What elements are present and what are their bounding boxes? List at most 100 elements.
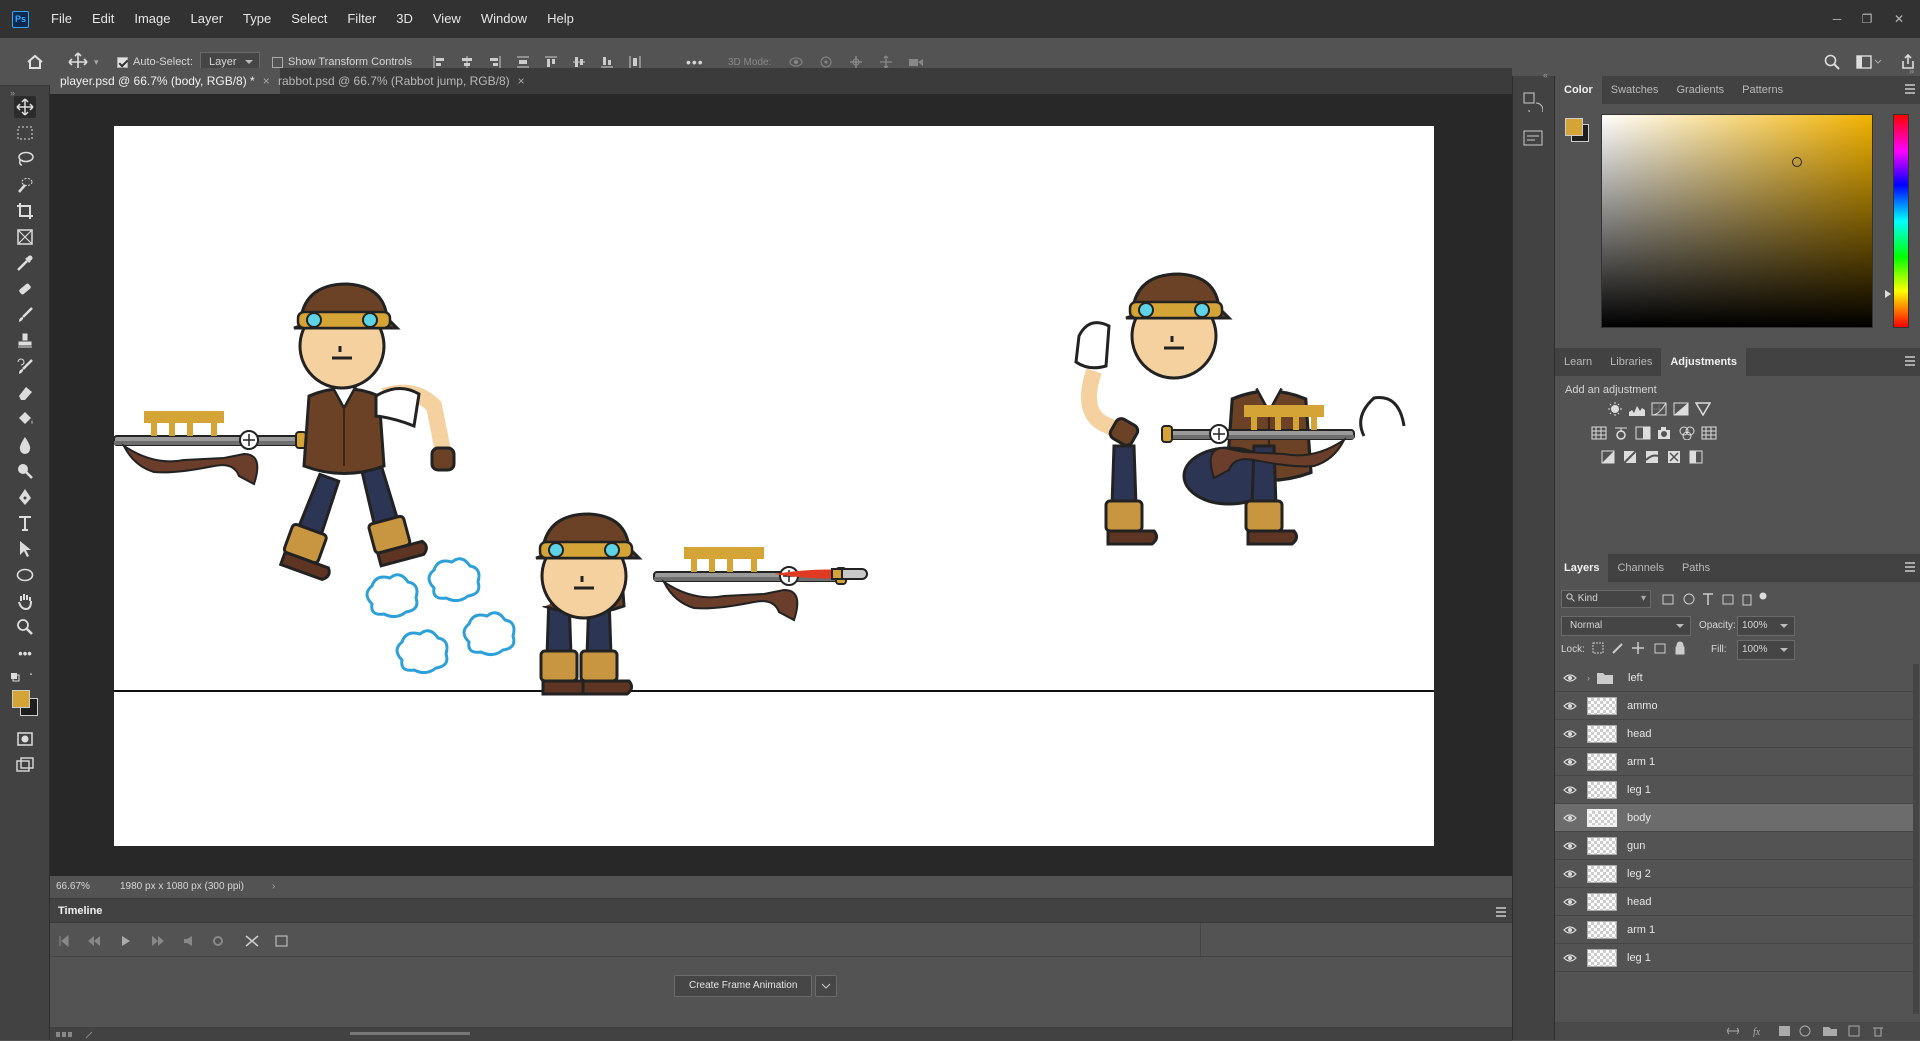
- show-transform-checkbox[interactable]: [272, 56, 283, 68]
- tab-libraries[interactable]: Libraries: [1601, 348, 1661, 376]
- link-layers-icon[interactable]: [1727, 1027, 1739, 1035]
- tab-gradients[interactable]: Gradients: [1667, 76, 1733, 104]
- frame-tool-icon[interactable]: [14, 226, 36, 248]
- dodge-tool-icon[interactable]: [14, 460, 36, 482]
- crop-tool-icon[interactable]: [14, 200, 36, 222]
- tab-swatches[interactable]: Swatches: [1602, 76, 1668, 104]
- menu-window[interactable]: Window: [471, 0, 537, 38]
- tab-learn[interactable]: Learn: [1555, 348, 1601, 376]
- audio-icon[interactable]: [184, 936, 192, 946]
- new-group-icon[interactable]: [1823, 1027, 1837, 1036]
- opacity-input[interactable]: 100%: [1737, 616, 1795, 636]
- add-mask-icon[interactable]: [1779, 1026, 1790, 1036]
- lasso-tool-icon[interactable]: [14, 148, 36, 170]
- pen-tool-icon[interactable]: [14, 486, 36, 508]
- menu-filter[interactable]: Filter: [337, 0, 386, 38]
- previous-frame-icon[interactable]: [88, 936, 100, 946]
- hand-tool-icon[interactable]: [14, 590, 36, 612]
- distribute-vertical-icon[interactable]: [516, 55, 530, 69]
- color-panel-menu-icon[interactable]: [1905, 84, 1915, 94]
- adjustments-menu-icon[interactable]: [1905, 356, 1915, 366]
- zoom-tool-icon[interactable]: [14, 616, 36, 638]
- channel-mixer-icon[interactable]: [1679, 426, 1695, 440]
- history-brush-tool-icon[interactable]: [14, 356, 36, 378]
- layer-row[interactable]: arm 1: [1555, 748, 1913, 776]
- shape-filter-icon[interactable]: [1722, 594, 1734, 605]
- slide-3d-icon[interactable]: [878, 55, 894, 69]
- status-menu-arrow[interactable]: ›: [272, 876, 275, 898]
- type-tool-icon[interactable]: [14, 512, 36, 534]
- menu-layer[interactable]: Layer: [181, 0, 234, 38]
- group-expand-icon[interactable]: ›: [1587, 673, 1590, 683]
- camera-3d-icon[interactable]: [908, 55, 924, 69]
- hue-slider[interactable]: [1893, 114, 1909, 328]
- layer-row[interactable]: gun: [1555, 832, 1913, 860]
- lock-artboard-icon[interactable]: [1654, 643, 1666, 654]
- quick-mask-icon[interactable]: [14, 728, 36, 750]
- expand-panels-icon[interactable]: «: [1543, 70, 1548, 80]
- pan-3d-icon[interactable]: [848, 55, 864, 69]
- filter-toggle-icon[interactable]: [1759, 592, 1767, 600]
- visibility-eye-icon[interactable]: [1563, 785, 1579, 795]
- tab-color[interactable]: Color: [1555, 76, 1602, 104]
- fill-input[interactable]: 100%: [1737, 640, 1795, 660]
- exposure-icon[interactable]: [1673, 402, 1689, 416]
- collapse-panels-icon[interactable]: »: [1909, 66, 1914, 76]
- edit-toolbar-icon[interactable]: •••: [14, 642, 36, 664]
- close-window-button[interactable]: ✕: [1884, 0, 1914, 38]
- menu-3d[interactable]: 3D: [386, 0, 423, 38]
- gradient-map-icon[interactable]: [1689, 450, 1705, 464]
- orbit-3d-icon[interactable]: [788, 55, 804, 69]
- next-frame-icon[interactable]: [152, 936, 164, 946]
- tab-paths[interactable]: Paths: [1673, 554, 1719, 582]
- selective-color-icon[interactable]: [1667, 450, 1683, 464]
- color-picker-cursor[interactable]: [1792, 157, 1802, 167]
- visibility-eye-icon[interactable]: [1563, 897, 1579, 907]
- tab-layers[interactable]: Layers: [1555, 554, 1609, 582]
- black-white-icon[interactable]: [1635, 426, 1651, 440]
- layer-row[interactable]: leg 1: [1555, 944, 1913, 972]
- layer-row[interactable]: head: [1555, 720, 1913, 748]
- color-picker-field[interactable]: [1601, 114, 1873, 328]
- layer-filter-dropdown[interactable]: Kind ▾: [1561, 590, 1651, 608]
- visibility-eye-icon[interactable]: [1563, 673, 1579, 683]
- lock-all-icon[interactable]: [1675, 641, 1685, 655]
- quick-select-tool-icon[interactable]: [14, 174, 36, 196]
- delete-layer-icon[interactable]: [1873, 1027, 1883, 1037]
- menu-select[interactable]: Select: [281, 0, 337, 38]
- menu-edit[interactable]: Edit: [82, 0, 124, 38]
- layers-scrollbar[interactable]: [1913, 664, 1919, 1014]
- animation-type-dropdown[interactable]: [815, 975, 838, 997]
- smart-object-filter-icon[interactable]: [1742, 594, 1752, 606]
- layer-row[interactable]: leg 1: [1555, 776, 1913, 804]
- move-tool-icon[interactable]: [14, 96, 36, 118]
- layer-style-icon[interactable]: fx: [1753, 1027, 1761, 1037]
- new-layer-icon[interactable]: [1848, 1025, 1860, 1037]
- visibility-eye-icon[interactable]: [1563, 953, 1579, 963]
- type-filter-icon[interactable]: [1703, 593, 1713, 605]
- align-top-icon[interactable]: [544, 55, 558, 69]
- color-foreground-swatch[interactable]: [1565, 118, 1583, 136]
- default-colors-icon[interactable]: [10, 668, 32, 690]
- hue-saturation-icon[interactable]: [1591, 426, 1607, 440]
- photo-filter-icon[interactable]: [1657, 426, 1673, 440]
- healing-brush-tool-icon[interactable]: [14, 278, 36, 300]
- document-canvas[interactable]: [114, 126, 1434, 846]
- play-icon[interactable]: [122, 936, 130, 946]
- roll-3d-icon[interactable]: [818, 55, 834, 69]
- marquee-tool-icon[interactable]: [14, 122, 36, 144]
- menu-file[interactable]: File: [41, 0, 82, 38]
- minimize-button[interactable]: ─: [1822, 0, 1852, 38]
- color-lookup-icon[interactable]: [1701, 426, 1717, 440]
- visibility-eye-icon[interactable]: [1563, 757, 1579, 767]
- pixel-filter-icon[interactable]: [1662, 594, 1674, 605]
- restore-button[interactable]: ❐: [1852, 0, 1882, 38]
- timeline-menu-icon[interactable]: [1496, 907, 1506, 917]
- tab-player-psd[interactable]: player.psd @ 66.7% (body, RGB/8) * ×: [50, 68, 280, 94]
- lock-image-icon[interactable]: [1612, 643, 1623, 654]
- visibility-eye-icon[interactable]: [1563, 729, 1579, 739]
- first-frame-icon[interactable]: [59, 935, 69, 947]
- visibility-eye-icon[interactable]: [1563, 925, 1579, 935]
- layer-row[interactable]: ammo: [1555, 692, 1913, 720]
- threshold-icon[interactable]: [1645, 450, 1661, 464]
